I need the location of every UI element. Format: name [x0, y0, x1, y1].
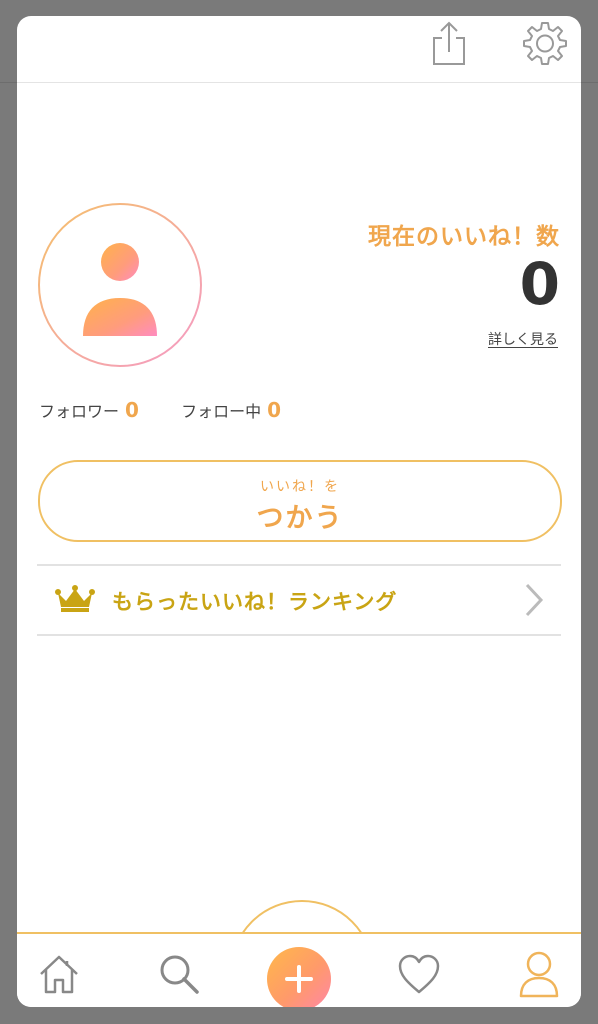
- following-label[interactable]: フォロー中: [181, 402, 261, 421]
- search-icon[interactable]: [157, 952, 201, 996]
- following-count[interactable]: 0: [267, 398, 281, 422]
- heart-icon[interactable]: [397, 952, 441, 996]
- follow-stats: フォロワー 0 フォロー中 0: [39, 398, 281, 422]
- likes-label: 現在のいいね！数: [368, 224, 560, 250]
- use-likes-button[interactable]: いいね！を つかう: [38, 460, 562, 542]
- chevron-right-icon: [523, 582, 545, 618]
- ranking-label: もらったいいね！ランキング: [112, 590, 398, 614]
- likes-ranking-row[interactable]: もらったいいね！ランキング: [37, 564, 561, 636]
- avatar[interactable]: [37, 202, 203, 368]
- followers-label[interactable]: フォロワー: [39, 402, 119, 421]
- detail-link[interactable]: 詳しく見る: [488, 329, 558, 349]
- crown-icon: [55, 585, 95, 613]
- profile-card: 現在のいいね！数 0 詳しく見る フォロワー 0 フォロー中 0 いいね！を つかう…: [17, 16, 581, 1007]
- add-post-button[interactable]: [267, 947, 331, 1007]
- home-icon[interactable]: [37, 952, 81, 996]
- followers-count[interactable]: 0: [125, 398, 139, 422]
- use-likes-small-label: いいね！を: [260, 479, 340, 495]
- use-likes-main-label: つかう: [256, 503, 344, 534]
- likes-count: 0: [519, 250, 560, 318]
- person-icon[interactable]: [517, 950, 561, 998]
- top-bar: [17, 16, 581, 83]
- gear-icon[interactable]: [522, 20, 568, 66]
- share-icon[interactable]: [430, 20, 468, 66]
